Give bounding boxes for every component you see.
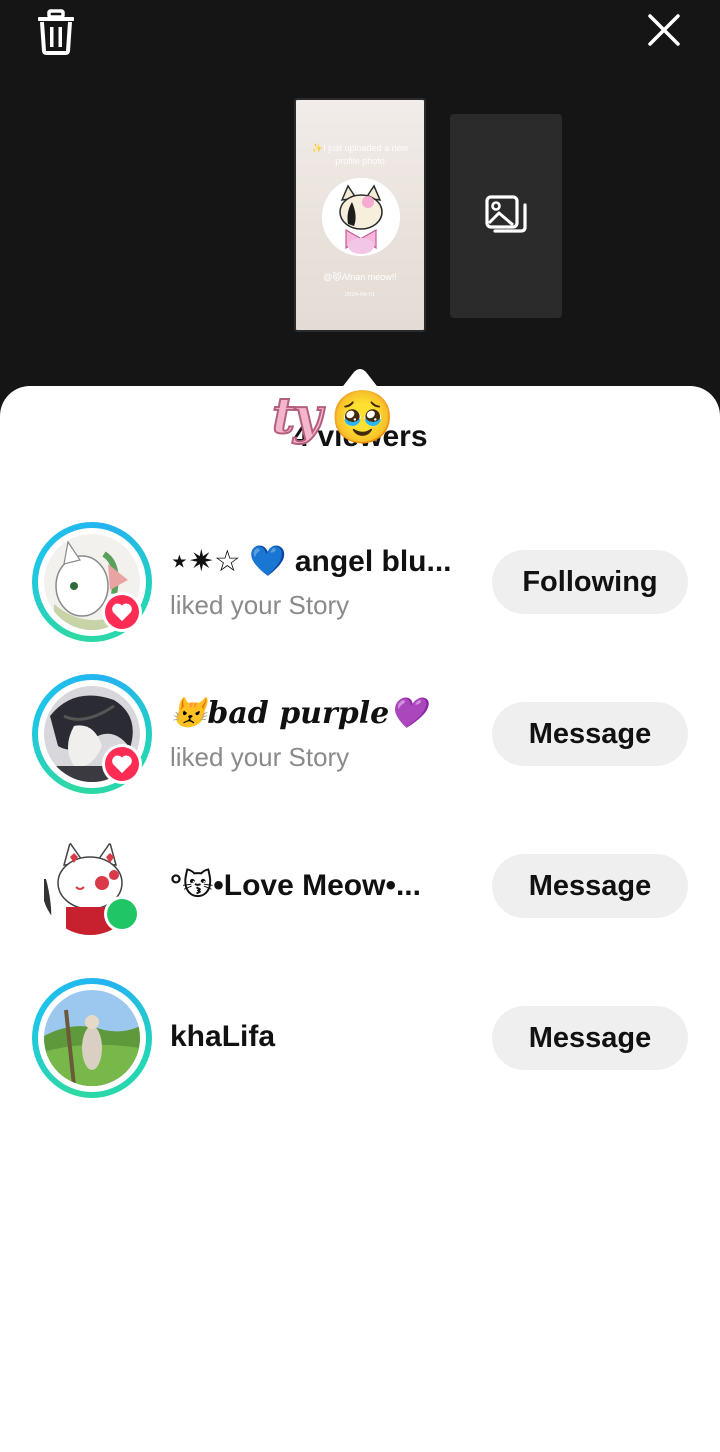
online-status-badge — [104, 896, 140, 932]
pleading-face-emoji: 🥹 — [330, 389, 395, 447]
trash-icon — [38, 9, 74, 55]
story-thumbnail[interactable]: ✨I just uploaded a new profile photo @😾A… — [294, 98, 426, 332]
viewer-row[interactable]: 😾bad purple💜 liked your Story Message — [0, 674, 720, 804]
viewer-activity: liked your Story — [170, 742, 350, 772]
message-button[interactable]: Message — [492, 702, 688, 766]
viewer-name[interactable]: °😽•Love Meow•... — [170, 868, 460, 903]
story-profile-photo — [322, 178, 400, 256]
following-button[interactable]: Following — [492, 550, 688, 614]
delete-story-button[interactable] — [34, 8, 78, 56]
sticker-text: ty — [271, 385, 323, 446]
viewer-row[interactable]: °😽•Love Meow•... Message — [0, 834, 720, 964]
message-button[interactable]: Message — [492, 854, 688, 918]
viewer-name[interactable]: 😾bad purple💜 — [170, 696, 470, 731]
story-caption: ✨I just uploaded a new profile photo — [311, 143, 409, 166]
story-date: 2024-06-01 — [344, 292, 376, 298]
close-button[interactable] — [642, 8, 686, 52]
avatar[interactable] — [32, 674, 152, 794]
message-button[interactable]: Message — [492, 1006, 688, 1070]
viewer-activity: liked your Story — [170, 590, 350, 620]
story-mention: @😾Afnan meow!! — [323, 272, 397, 282]
story-preview-area: ✨I just uploaded a new profile photo @😾A… — [0, 0, 720, 400]
avatar[interactable] — [32, 522, 152, 642]
viewer-name[interactable]: ⋆✷☆ 💙 angel blu... — [170, 544, 470, 579]
add-story-tile[interactable] — [450, 114, 562, 318]
viewer-name[interactable]: khaLifa — [170, 1020, 470, 1054]
close-icon — [648, 14, 680, 46]
avatar[interactable] — [32, 834, 152, 954]
image-stack-icon — [485, 195, 527, 233]
avatar[interactable] — [32, 978, 152, 1098]
heart-icon — [112, 755, 132, 774]
liked-badge — [102, 744, 142, 784]
viewer-row[interactable]: ⋆✷☆ 💙 angel blu... liked your Story Foll… — [0, 522, 720, 652]
heart-icon — [112, 603, 132, 622]
liked-badge — [102, 592, 142, 632]
ty-sticker: ty 🥹 — [271, 385, 402, 456]
avatar-image — [44, 990, 140, 1086]
viewer-row[interactable]: khaLifa Message — [0, 978, 720, 1108]
